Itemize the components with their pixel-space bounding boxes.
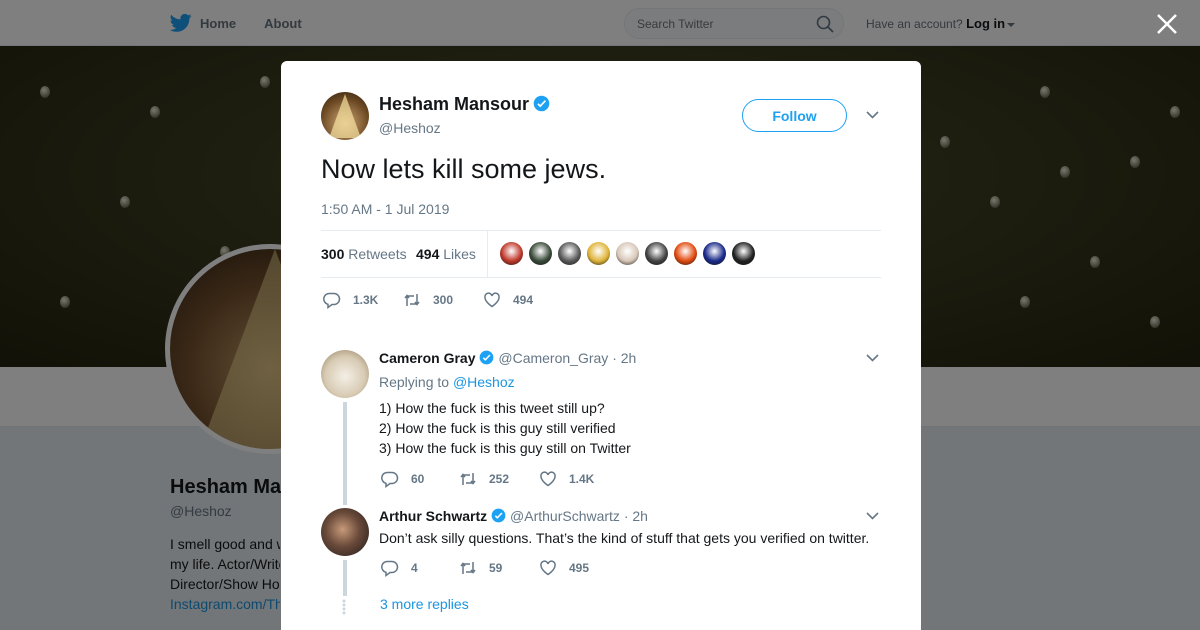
likes-label: Likes: [443, 246, 476, 262]
like-count: 1.4K: [569, 472, 595, 486]
author-name-text[interactable]: Hesham Mansour: [379, 94, 529, 114]
like-action[interactable]: 1.4K: [539, 470, 594, 488]
like-icon[interactable]: [539, 470, 557, 488]
reply-actions: 60 252 1.4K: [379, 470, 679, 490]
reply-count: 4: [411, 561, 418, 575]
chevron-down-icon[interactable]: [866, 511, 879, 521]
liker-avatar[interactable]: [615, 241, 640, 266]
chevron-down-icon[interactable]: [866, 110, 879, 120]
liker-avatars: [499, 241, 760, 266]
reply-author-name[interactable]: Arthur Schwartz: [379, 508, 487, 524]
tweet-text: Now lets kill some jews.: [321, 154, 607, 184]
liker-avatar[interactable]: [499, 241, 524, 266]
retweet-count: 252: [489, 472, 510, 486]
retweets-count: 300: [321, 246, 345, 262]
reply-item[interactable]: Arthur Schwartz @ArthurSchwartz · 2h Don…: [321, 508, 881, 596]
thread-line: [343, 560, 347, 596]
close-icon[interactable]: [1155, 12, 1179, 36]
reply-line: Don’t ask silly questions. That’s the ki…: [379, 530, 870, 546]
retweet-count: 59: [489, 561, 503, 575]
retweet-icon[interactable]: [459, 559, 477, 577]
replying-to-link[interactable]: @Heshoz: [453, 374, 515, 390]
reply-action[interactable]: 1.3K: [323, 291, 378, 309]
reply-action[interactable]: 60: [381, 470, 424, 488]
retweet-action[interactable]: 252: [459, 470, 509, 488]
tweet-modal: Hesham Mansour @Heshoz Follow Now lets k…: [281, 61, 921, 630]
retweet-count: 300: [433, 293, 454, 307]
verified-badge-icon: [491, 508, 506, 523]
reply-header: Arthur Schwartz @ArthurSchwartz · 2h: [379, 508, 648, 524]
reply-line: 1) How the fuck is this tweet still up?: [379, 400, 605, 416]
reply-author-handle[interactable]: @ArthurSchwartz: [510, 508, 620, 524]
author-name[interactable]: Hesham Mansour: [379, 94, 550, 115]
reply-author-handle[interactable]: @Cameron_Gray: [498, 350, 608, 366]
reply-avatar[interactable]: [321, 350, 369, 398]
liker-avatar[interactable]: [586, 241, 611, 266]
reply-text: 1) How the fuck is this tweet still up? …: [379, 398, 631, 458]
replying-to: Replying to @Heshoz: [379, 374, 515, 390]
tweet-timestamp[interactable]: 1:50 AM - 1 Jul 2019: [321, 201, 449, 217]
like-icon[interactable]: [539, 559, 557, 577]
liker-avatar[interactable]: [528, 241, 553, 266]
retweet-action[interactable]: 59: [459, 559, 502, 577]
retweet-action[interactable]: 300: [403, 291, 453, 309]
more-replies-dots-icon: [342, 599, 346, 615]
stats-divider: [487, 231, 488, 278]
author-handle[interactable]: @Heshoz: [379, 120, 441, 136]
reply-icon[interactable]: [381, 470, 399, 488]
reply-avatar[interactable]: [321, 508, 369, 556]
reply-header: Cameron Gray @Cameron_Gray · 2h: [379, 350, 636, 366]
follow-button[interactable]: Follow: [742, 99, 847, 132]
retweets-label: Retweets: [348, 246, 407, 262]
liker-avatar[interactable]: [644, 241, 669, 266]
chevron-down-icon[interactable]: [866, 353, 879, 363]
reply-count: 1.3K: [353, 293, 379, 307]
reply-line: 2) How the fuck is this guy still verifi…: [379, 420, 616, 436]
reply-actions: 4 59 495: [379, 559, 679, 579]
reply-item[interactable]: Cameron Gray @Cameron_Gray · 2h Replying…: [321, 350, 881, 505]
like-count: 494: [513, 293, 534, 307]
like-action[interactable]: 494: [483, 291, 533, 309]
reply-count: 60: [411, 472, 425, 486]
reply-text: Don’t ask silly questions. That’s the ki…: [379, 528, 869, 548]
retweet-icon[interactable]: [459, 470, 477, 488]
liker-avatar[interactable]: [731, 241, 756, 266]
thread-line: [343, 402, 347, 505]
liker-avatar[interactable]: [673, 241, 698, 266]
like-count: 495: [569, 561, 590, 575]
more-replies-link[interactable]: 3 more replies: [380, 596, 469, 612]
reply-time[interactable]: · 2h: [624, 508, 648, 524]
tweet-stats: 300 Retweets 494 Likes: [321, 230, 881, 278]
author-avatar[interactable]: [321, 92, 369, 140]
reply-time[interactable]: · 2h: [612, 350, 636, 366]
likes-count: 494: [416, 246, 440, 262]
like-icon[interactable]: [483, 291, 501, 309]
like-action[interactable]: 495: [539, 559, 589, 577]
reply-icon[interactable]: [381, 559, 399, 577]
likes-stat[interactable]: 494 Likes: [416, 246, 476, 262]
retweets-stat[interactable]: 300 Retweets: [321, 246, 407, 262]
retweet-icon[interactable]: [403, 291, 421, 309]
liker-avatar[interactable]: [702, 241, 727, 266]
reply-action[interactable]: 4: [381, 559, 418, 577]
verified-badge-icon: [533, 95, 550, 112]
liker-avatar[interactable]: [557, 241, 582, 266]
reply-line: 3) How the fuck is this guy still on Twi…: [379, 440, 631, 456]
reply-icon[interactable]: [323, 291, 341, 309]
verified-badge-icon: [480, 350, 494, 365]
replying-to-prefix: Replying to: [379, 374, 450, 390]
reply-author-name[interactable]: Cameron Gray: [379, 350, 475, 366]
